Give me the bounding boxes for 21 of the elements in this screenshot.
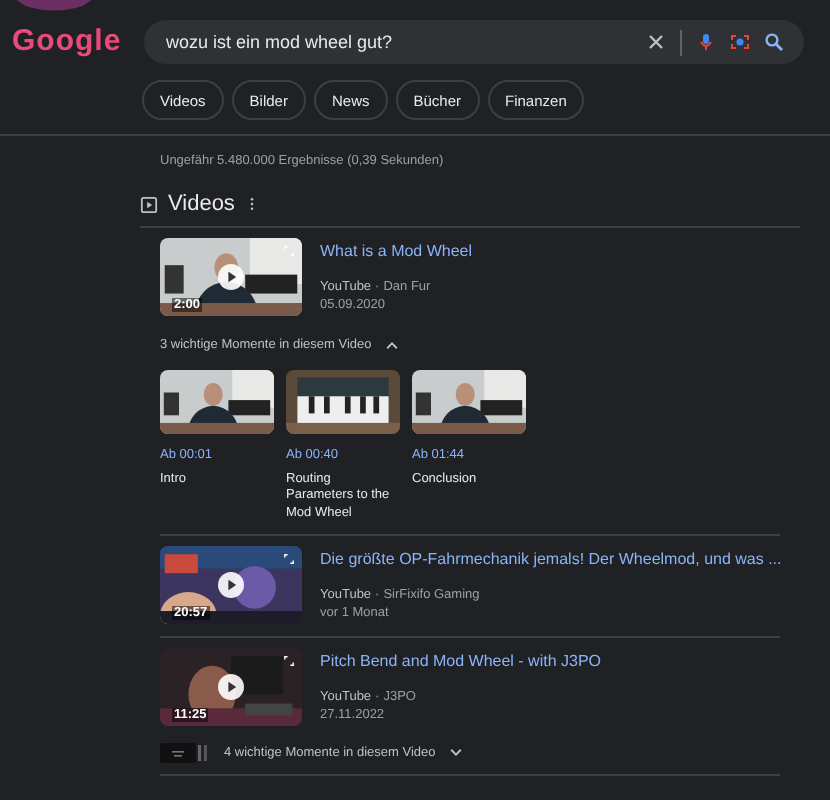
close-icon[interactable]: [646, 32, 666, 52]
logo[interactable]: Google: [12, 24, 122, 58]
video-title-link[interactable]: What is a Mod Wheel: [320, 242, 473, 260]
search-bar[interactable]: wozu ist ein mod wheel gut?: [144, 20, 804, 64]
microphone-icon[interactable]: [696, 32, 716, 52]
expand-icon[interactable]: [282, 552, 296, 567]
expand-icon[interactable]: [282, 654, 296, 669]
section-title: Videos: [168, 192, 235, 216]
camera-lens-icon[interactable]: [730, 32, 750, 52]
video-icon: [140, 195, 158, 213]
thumbnail-stack-icon: [160, 741, 208, 764]
chevron-up-icon[interactable]: [383, 339, 400, 349]
video-title-link[interactable]: Die größte OP-Fahrmechanik jemals! Der Wheelmod, und was ...: [320, 550, 782, 569]
chevron-down-icon[interactable]: [447, 747, 464, 758]
search-icon[interactable]: [764, 32, 784, 52]
search-input[interactable]: wozu ist ein mod wheel gut?: [164, 32, 632, 52]
more-options-icon[interactable]: [248, 196, 257, 212]
play-icon[interactable]: [218, 264, 244, 290]
play-icon[interactable]: [218, 674, 244, 701]
play-icon[interactable]: [218, 572, 244, 599]
video-title-link[interactable]: Pitch Bend and Mod Wheel - with J3PO: [320, 652, 602, 671]
